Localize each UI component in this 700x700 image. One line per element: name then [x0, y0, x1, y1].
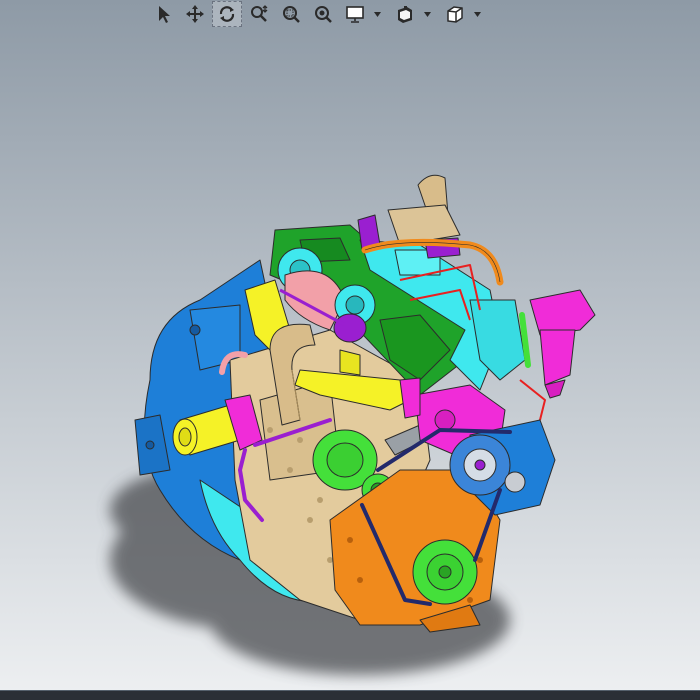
chevron-down-icon [473, 11, 481, 17]
zoom-area-icon [283, 6, 300, 23]
view-orientation-dropdown[interactable] [472, 1, 482, 27]
rotate-button[interactable] [212, 1, 242, 27]
view-settings-icon [398, 6, 412, 23]
tensioner [504, 471, 526, 493]
pan-button[interactable] [180, 1, 210, 27]
monitor-icon [346, 6, 364, 23]
pan-arrows-icon [186, 5, 204, 23]
crankshaft-pulley[interactable] [412, 539, 478, 605]
view-toolbar [148, 0, 528, 28]
zoom-selection-button[interactable] [308, 1, 338, 27]
3d-viewport[interactable] [0, 0, 700, 700]
zoom-fit-button[interactable] [244, 1, 274, 27]
zoom-in-out-icon [251, 5, 268, 22]
display-style-button[interactable] [340, 1, 370, 27]
rotate-icon [219, 6, 235, 22]
display-style-dropdown[interactable] [372, 1, 382, 27]
view-orientation-button[interactable] [440, 1, 470, 27]
fan-pulley[interactable] [449, 434, 511, 496]
zoom-area-button[interactable] [276, 1, 306, 27]
chevron-down-icon [373, 11, 381, 17]
zoom-selection-icon [315, 6, 332, 23]
cube-view-icon [447, 6, 463, 23]
status-bar [0, 690, 700, 700]
select-button[interactable] [148, 1, 178, 27]
view-settings-button[interactable] [390, 1, 420, 27]
chevron-down-icon [423, 11, 431, 17]
select-arrow-icon [159, 6, 170, 23]
view-settings-dropdown[interactable] [422, 1, 432, 27]
